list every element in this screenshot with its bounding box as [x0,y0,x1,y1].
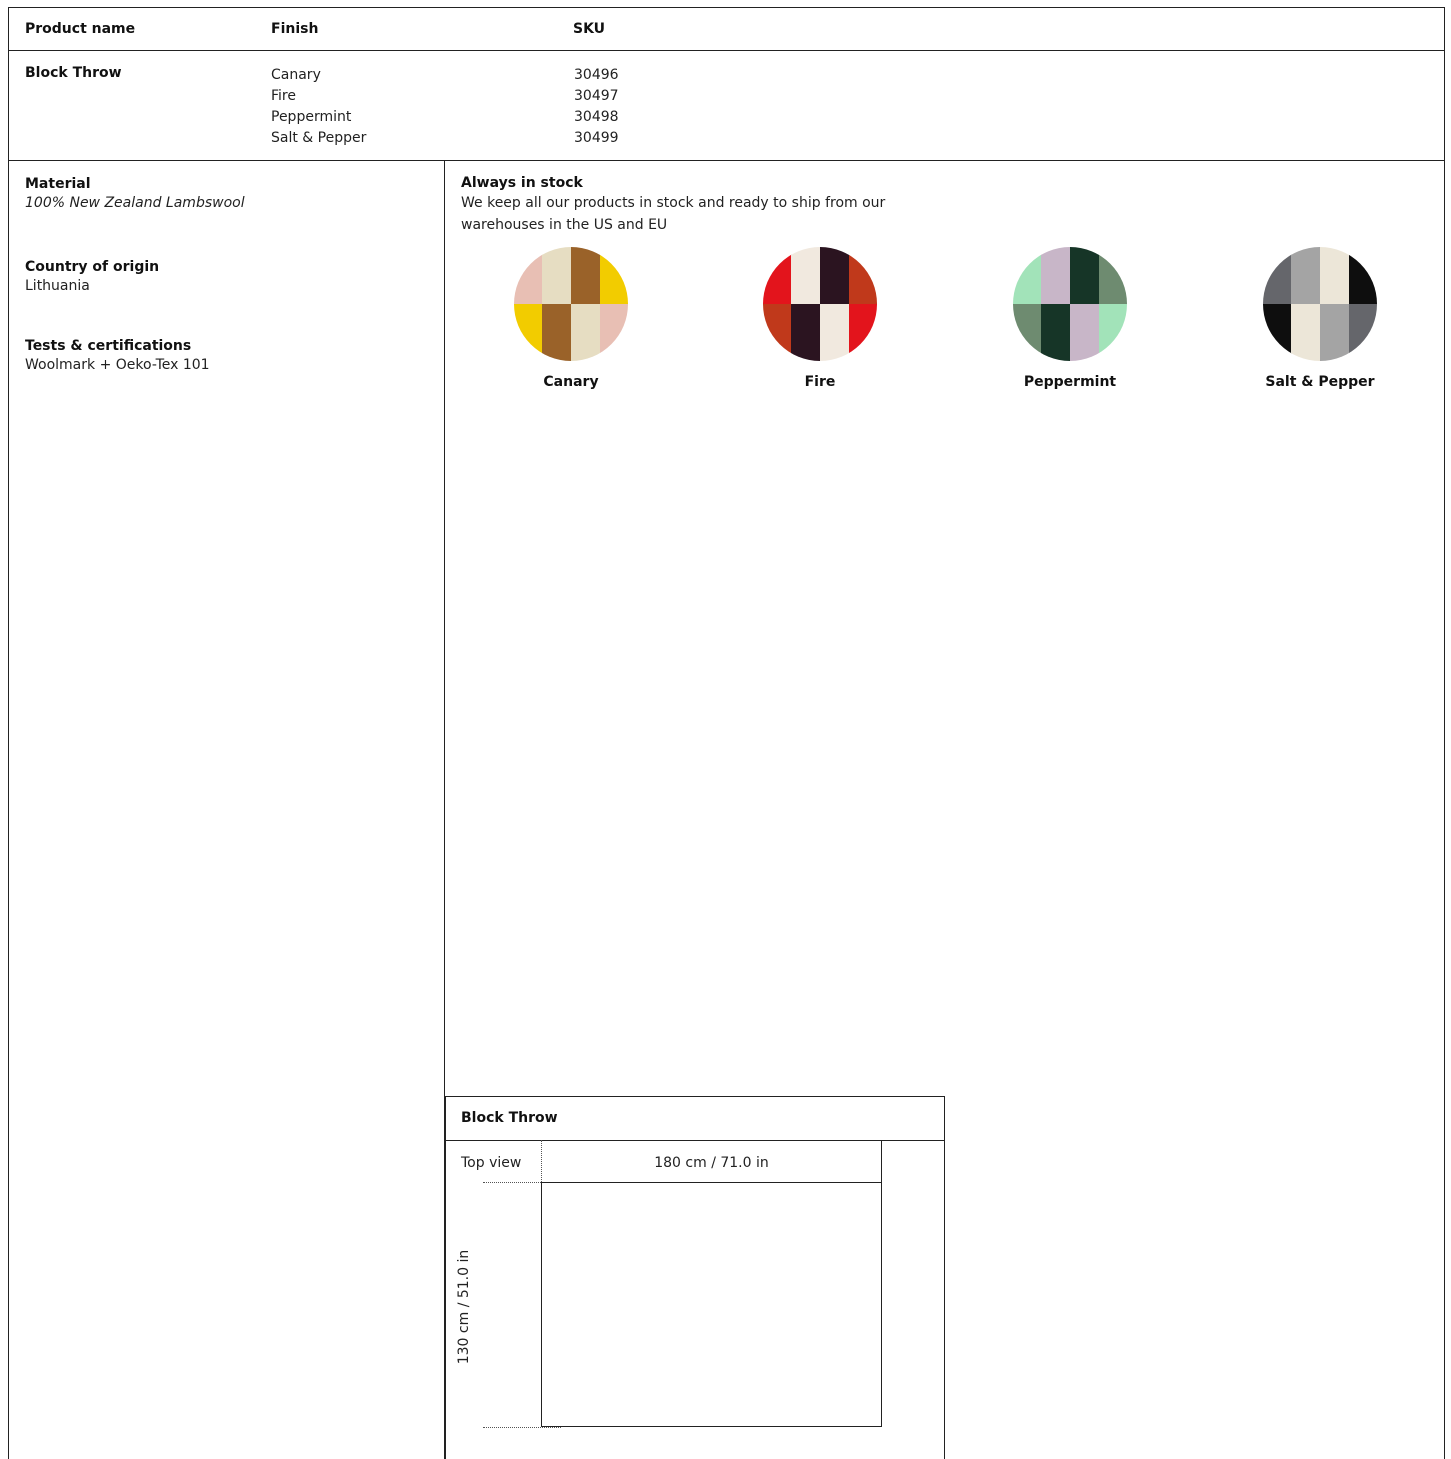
height-tick-top [483,1182,541,1183]
width-tick-right [881,1140,882,1182]
swatch-block [514,247,543,305]
swatch-block [1099,247,1127,305]
swatch-block [1099,304,1127,361]
swatch-image [1013,247,1127,361]
swatch-block [1263,304,1292,361]
swatch-block [1349,247,1377,305]
dimension-title: Block Throw [461,1110,558,1126]
sku-item: 30496 [574,67,619,83]
swatch-block [571,304,601,361]
specs-column: Material 100% New Zealand Lambswool Coun… [8,161,445,1459]
dimension-drawing: Block Throw Top view 180 cm / 71.0 in 13… [445,1096,945,1459]
swatch-block [1291,247,1321,305]
swatch-block [542,304,572,361]
height-label: 130 cm / 51.0 in [456,1249,472,1365]
material-label: Material [25,176,91,192]
product-name: Block Throw [25,65,122,81]
divider [446,1140,944,1141]
swatch-block [849,304,877,361]
swatch-block [1013,247,1042,305]
finish-swatches: Canary Fire Peppermint Salt & Pepper [446,246,1445,406]
swatch-block [763,247,792,305]
swatch-block [1349,304,1377,361]
origin-value: Lithuania [25,278,90,294]
swatch-label: Salt & Pepper [1265,374,1375,390]
sku-item: 30497 [574,88,619,104]
swatch-block [600,304,628,361]
sku-item: 30498 [574,109,619,125]
swatch-block [820,247,850,305]
swatch-block [1320,247,1350,305]
swatch-canary[interactable]: Canary [471,246,671,390]
swatch-label: Fire [804,374,836,390]
swatch-image [1263,247,1377,361]
swatch-image [763,247,877,361]
swatch-block [1041,247,1071,305]
height-label-wrap: 130 cm / 51.0 in [454,1247,474,1367]
stock-text-line2: warehouses in the US and EU [461,217,668,233]
width-tick-left [541,1140,542,1182]
finish-item: Fire [271,88,296,104]
header-product-name: Product name [25,21,136,37]
swatch-fire[interactable]: Fire [720,246,920,390]
finish-item: Salt & Pepper [271,130,367,146]
swatch-block [1070,304,1100,361]
finish-list: Canary Fire Peppermint Salt & Pepper [271,65,366,149]
finish-item: Canary [271,67,321,83]
swatch-label: Peppermint [1023,374,1117,390]
swatch-block [542,247,572,305]
width-label: 180 cm / 71.0 in [654,1155,769,1171]
swatch-peppermint[interactable]: Peppermint [970,246,1170,390]
spec-tests: Tests & certifications Woolmark + Oeko-T… [25,337,210,375]
product-outline [541,1182,882,1427]
swatch-block [1291,304,1321,361]
origin-label: Country of origin [25,259,160,275]
swatch-block [820,304,850,361]
stock-label: Always in stock [461,175,583,191]
spec-material: Material 100% New Zealand Lambswool [25,175,245,213]
swatch-block [849,247,877,305]
swatch-block [1320,304,1350,361]
swatch-block [1041,304,1071,361]
height-tick-bottom [483,1427,561,1428]
stock-text-line1: We keep all our products in stock and re… [461,195,886,211]
header-sku: SKU [573,21,606,37]
swatch-block [1070,247,1100,305]
stock-info: Always in stock We keep all our products… [461,174,931,236]
swatch-block [791,247,821,305]
swatch-block [514,304,543,361]
swatch-block [1263,247,1292,305]
product-table: Product name Finish SKU Block Throw Cana… [8,7,1445,161]
swatch-block [600,247,628,305]
spec-origin: Country of origin Lithuania [25,258,159,296]
swatch-image [514,247,628,361]
swatch-block [791,304,821,361]
swatch-salt-pepper[interactable]: Salt & Pepper [1220,246,1420,390]
view-label: Top view [461,1155,522,1171]
swatch-block [571,247,601,305]
swatch-label: Canary [543,374,599,390]
header-finish: Finish [271,21,319,37]
swatch-block [763,304,792,361]
finish-item: Peppermint [271,109,352,125]
tests-value: Woolmark + Oeko-Tex 101 [25,357,210,373]
swatch-block [1013,304,1042,361]
material-value: 100% New Zealand Lambswool [25,195,245,211]
sku-list: 30496 30497 30498 30499 [574,65,619,149]
sku-item: 30499 [574,130,619,146]
table-header: Product name Finish SKU [8,7,1445,51]
tests-label: Tests & certifications [25,338,192,354]
